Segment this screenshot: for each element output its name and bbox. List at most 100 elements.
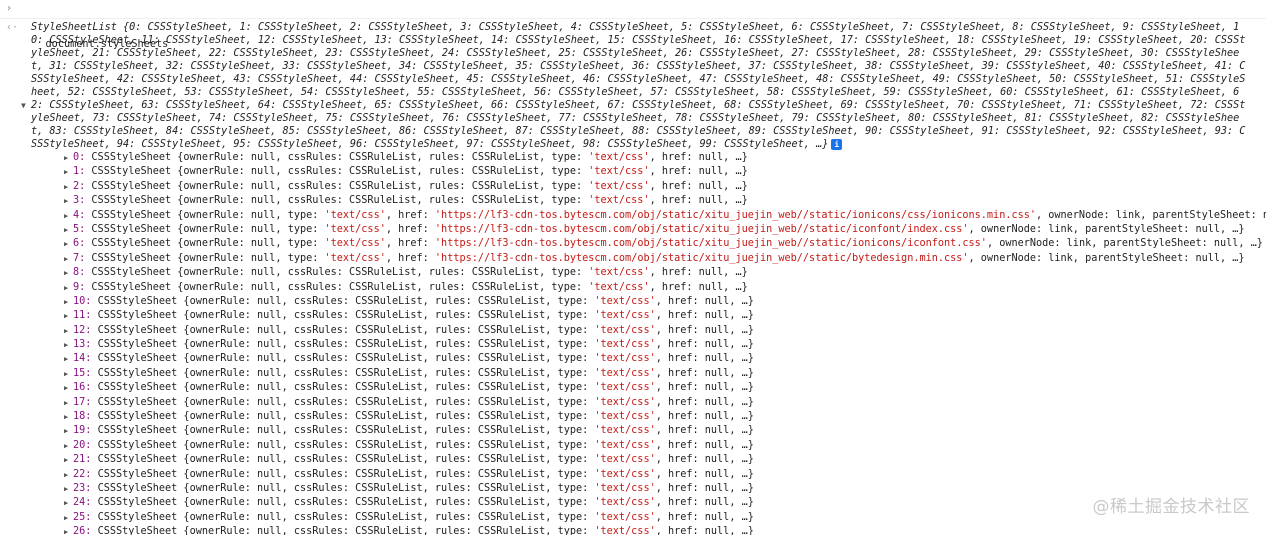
expand-triangle-icon[interactable]: ▶ (64, 324, 68, 338)
entry-type-string: 'text/css' (588, 180, 650, 192)
expand-triangle-icon[interactable]: ▶ (64, 266, 68, 280)
list-item[interactable]: ▶ 5: CSSStyleSheet {ownerRule: null, type… (31, 223, 1266, 237)
entry-href-string: 'https://lf3-cdn-tos.bytescm.com/obj/sta… (434, 238, 987, 250)
entry-separator: : (79, 223, 92, 235)
list-item[interactable]: ▶ 11: CSSStyleSheet {ownerRule: null, css… (31, 309, 1266, 323)
expand-triangle-icon[interactable]: ▶ (64, 496, 68, 510)
list-item[interactable]: ▶ 3: CSSStyleSheet {ownerRule: null, cssR… (31, 194, 1266, 208)
entry-separator: : (79, 166, 92, 178)
stylesheetlist-summary[interactable]: StyleSheetList {0: CSSStyleSheet, 1: CSS… (31, 21, 1251, 151)
entry-text: CSSStyleSheet {ownerRule: null, cssRules… (97, 497, 595, 509)
entry-text: , href: null, …} (649, 152, 748, 163)
collapse-triangle-icon[interactable]: ▼ (21, 99, 26, 112)
entry-type-string: 'text/css' (588, 267, 650, 279)
entry-type-string: 'text/css' (588, 195, 650, 207)
list-item[interactable]: ▶ 16: CSSStyleSheet {ownerRule: null, css… (31, 381, 1266, 395)
list-item[interactable]: ▶ 14: CSSStyleSheet {ownerRule: null, css… (31, 352, 1266, 366)
list-item[interactable]: ▶ 7: CSSStyleSheet {ownerRule: null, type… (31, 252, 1266, 266)
list-item[interactable]: ▶ 13: CSSStyleSheet {ownerRule: null, css… (31, 338, 1266, 352)
list-item[interactable]: ▶ 15: CSSStyleSheet {ownerRule: null, css… (31, 367, 1266, 381)
entry-type-string: 'text/css' (594, 367, 656, 379)
devtools-console: › document.styleSheets ‹· ▼ StyleSheetLi… (0, 0, 1266, 535)
list-item[interactable]: ▶ 23: CSSStyleSheet {ownerRule: null, css… (31, 482, 1266, 496)
list-item[interactable]: ▶ 9: CSSStyleSheet {ownerRule: null, cssR… (31, 281, 1266, 295)
console-input-line[interactable]: › document.styleSheets (0, 0, 1266, 50)
entry-text: CSSStyleSheet {ownerRule: null, type: (91, 209, 325, 221)
entry-text: , href: null, …} (655, 396, 754, 408)
expand-triangle-icon[interactable]: ▶ (64, 352, 68, 366)
list-item[interactable]: ▶ 10: CSSStyleSheet {ownerRule: null, css… (31, 295, 1266, 309)
entry-text: CSSStyleSheet {ownerRule: null, cssRules… (97, 396, 595, 408)
list-item[interactable]: ▶ 1: CSSStyleSheet {ownerRule: null, cssR… (31, 165, 1266, 179)
expand-triangle-icon[interactable]: ▶ (64, 439, 68, 453)
expand-triangle-icon[interactable]: ▶ (64, 223, 68, 237)
list-item[interactable]: ▶ 8: CSSStyleSheet {ownerRule: null, cssR… (31, 266, 1266, 280)
expand-triangle-icon[interactable]: ▶ (64, 410, 68, 424)
expand-triangle-icon[interactable]: ▶ (64, 453, 68, 467)
entry-text: CSSStyleSheet {ownerRule: null, cssRules… (97, 526, 595, 535)
entry-separator: : (85, 324, 98, 336)
console-result: ‹· ▼ StyleSheetList {0: CSSStyleSheet, 1… (0, 19, 1266, 535)
expand-triangle-icon[interactable]: ▶ (64, 237, 68, 251)
list-item[interactable]: ▶ 2: CSSStyleSheet {ownerRule: null, cssR… (31, 180, 1266, 194)
entry-type-string: 'text/css' (594, 454, 656, 466)
entry-separator: : (85, 526, 98, 535)
entry-text: CSSStyleSheet {ownerRule: null, cssRules… (91, 180, 589, 192)
list-item[interactable]: ▶ 6: CSSStyleSheet {ownerRule: null, type… (31, 237, 1266, 251)
list-item[interactable]: ▶ 25: CSSStyleSheet {ownerRule: null, css… (31, 511, 1266, 525)
entry-text: , ownerNode: link, parentStyleSheet: nul… (968, 252, 1245, 264)
entry-type-string: 'text/css' (594, 310, 656, 322)
entry-text: , href: null, …} (649, 267, 748, 279)
expand-triangle-icon[interactable]: ▶ (64, 252, 68, 266)
entry-separator: : (79, 209, 92, 221)
expand-triangle-icon[interactable]: ▶ (64, 165, 68, 179)
info-icon[interactable]: i (831, 138, 843, 150)
expand-triangle-icon[interactable]: ▶ (64, 511, 68, 525)
list-item[interactable]: ▶ 22: CSSStyleSheet {ownerRule: null, css… (31, 468, 1266, 482)
expand-triangle-icon[interactable]: ▶ (64, 180, 68, 194)
entry-separator: : (79, 180, 92, 192)
expand-triangle-icon[interactable]: ▶ (64, 468, 68, 482)
list-item[interactable]: ▶ 21: CSSStyleSheet {ownerRule: null, css… (31, 453, 1266, 467)
expand-triangle-icon[interactable]: ▶ (64, 209, 68, 223)
expand-triangle-icon[interactable]: ▶ (64, 367, 68, 381)
summary-text: StyleSheetList {0: CSSStyleSheet, 1: CSS… (31, 22, 1246, 150)
prompt-chevron-icon: › (6, 3, 13, 14)
list-item[interactable]: ▶ 18: CSSStyleSheet {ownerRule: null, css… (31, 410, 1266, 424)
expand-triangle-icon[interactable]: ▶ (64, 525, 68, 535)
expand-triangle-icon[interactable]: ▶ (64, 194, 68, 208)
entry-href-string: 'https://lf3-cdn-tos.bytescm.com/obj/sta… (434, 209, 1036, 221)
list-item[interactable]: ▶ 20: CSSStyleSheet {ownerRule: null, css… (31, 439, 1266, 453)
expand-triangle-icon[interactable]: ▶ (64, 396, 68, 410)
list-item[interactable]: ▶ 12: CSSStyleSheet {ownerRule: null, css… (31, 324, 1266, 338)
list-item[interactable]: ▶ 4: CSSStyleSheet {ownerRule: null, type… (31, 209, 1266, 223)
expand-triangle-icon[interactable]: ▶ (64, 338, 68, 352)
list-item[interactable]: ▶ 17: CSSStyleSheet {ownerRule: null, css… (31, 396, 1266, 410)
entry-text: , href: null, …} (649, 281, 748, 293)
entry-text: CSSStyleSheet {ownerRule: null, cssRules… (97, 439, 595, 451)
entry-separator: : (85, 396, 98, 408)
entry-text: CSSStyleSheet {ownerRule: null, cssRules… (97, 353, 595, 365)
entry-type-string: 'text/css' (594, 425, 656, 437)
entry-text: , ownerNode: link, parentStyleSheet: nul… (1036, 209, 1266, 221)
list-item[interactable]: ▶ 0: CSSStyleSheet {ownerRule: null, cssR… (31, 151, 1266, 165)
expand-triangle-icon[interactable]: ▶ (64, 424, 68, 438)
entry-separator: : (85, 382, 98, 394)
list-item[interactable]: ▶ 19: CSSStyleSheet {ownerRule: null, css… (31, 424, 1266, 438)
entry-text: , href: null, …} (655, 454, 754, 466)
entry-text: , href: null, …} (649, 195, 748, 207)
list-item[interactable]: ▶ 26: CSSStyleSheet {ownerRule: null, css… (31, 525, 1266, 535)
entry-type-string: 'text/css' (594, 526, 656, 535)
entry-type-string: 'text/css' (588, 152, 650, 163)
expand-triangle-icon[interactable]: ▶ (64, 295, 68, 309)
expand-triangle-icon[interactable]: ▶ (64, 151, 68, 165)
expand-triangle-icon[interactable]: ▶ (64, 482, 68, 496)
expand-triangle-icon[interactable]: ▶ (64, 281, 68, 295)
entry-separator: : (85, 454, 98, 466)
list-item[interactable]: ▶ 24: CSSStyleSheet {ownerRule: null, css… (31, 496, 1266, 510)
expand-triangle-icon[interactable]: ▶ (64, 309, 68, 323)
entry-type-string: 'text/css' (594, 468, 656, 480)
entry-type-string: 'text/css' (594, 439, 656, 451)
entry-text: CSSStyleSheet {ownerRule: null, type: (91, 223, 325, 235)
expand-triangle-icon[interactable]: ▶ (64, 381, 68, 395)
